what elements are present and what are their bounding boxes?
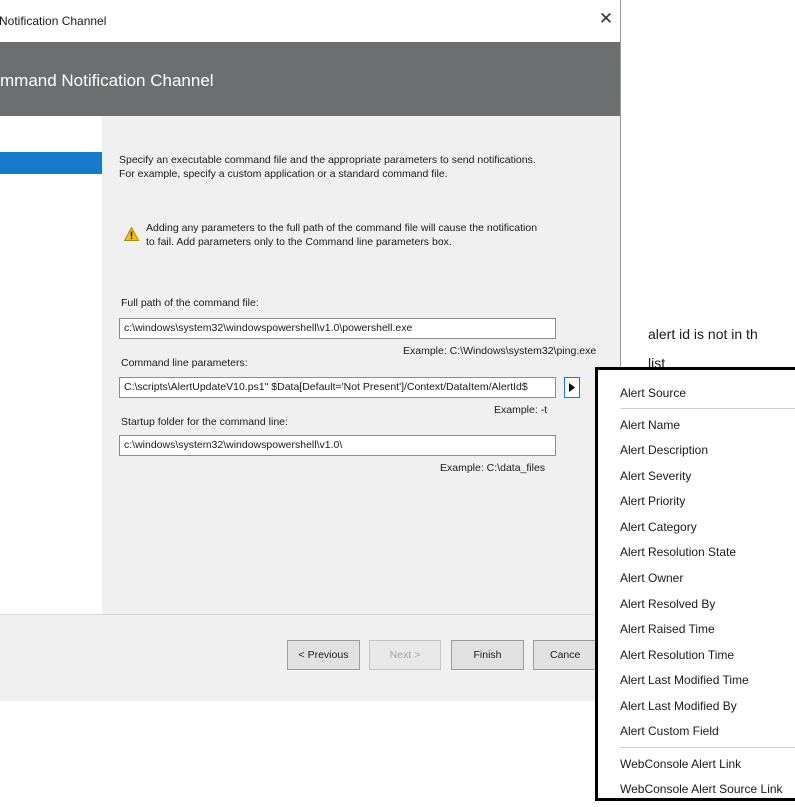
menu-item-webconsole-alert-source-link[interactable]: WebConsole Alert Source Link (620, 782, 783, 796)
menu-separator (620, 408, 795, 409)
menu-item-alert-resolution-state[interactable]: Alert Resolution State (620, 545, 736, 559)
annotation-note-line1: alert id is not in th (648, 326, 758, 342)
menu-item-alert-last-modified-by[interactable]: Alert Last Modified By (620, 699, 737, 713)
menu-item-alert-resolved-by[interactable]: Alert Resolved By (620, 597, 715, 611)
triangle-right-icon (569, 383, 575, 392)
command-params-example: Example: -t (494, 404, 548, 416)
finish-button[interactable]: Finish (451, 640, 524, 670)
wizard-step-selected[interactable] (0, 152, 102, 174)
menu-item-alert-source[interactable]: Alert Source (620, 386, 686, 400)
startup-folder-input[interactable]: c:\windows\system32\windowspowershell\v1… (119, 435, 556, 456)
menu-item-alert-category[interactable]: Alert Category (620, 520, 697, 534)
window-title: Notification Channel (0, 14, 107, 28)
menu-item-alert-severity[interactable]: Alert Severity (620, 469, 691, 483)
startup-folder-example: Example: C:\data_files (440, 462, 546, 474)
cancel-button[interactable]: Cance (533, 640, 603, 670)
startup-folder-label: Startup folder for the command line: (121, 416, 288, 428)
menu-item-webconsole-alert-link[interactable]: WebConsole Alert Link (620, 757, 741, 771)
header-band: mmand Notification Channel (0, 42, 620, 116)
menu-separator (620, 747, 795, 748)
warning-text-line1: Adding any parameters to the full path o… (146, 222, 538, 234)
next-button[interactable]: Next > (369, 640, 441, 670)
intro-text-line2: For example, specify a custom applicatio… (119, 168, 448, 180)
parameter-menu: Alert Source Alert Name Alert Descriptio… (595, 367, 795, 801)
dialog-footer: < Previous Next > Finish Cance (0, 614, 620, 701)
warning-text-line2: to fail. Add parameters only to the Comm… (146, 236, 452, 248)
command-file-input[interactable]: c:\windows\system32\windowspowershell\v1… (119, 318, 556, 339)
insert-parameter-button[interactable] (564, 377, 580, 398)
previous-button[interactable]: < Previous (287, 640, 360, 670)
wizard-steps-panel (0, 116, 102, 614)
menu-item-alert-custom-field[interactable]: Alert Custom Field (620, 724, 719, 738)
intro-text-line1: Specify an executable command file and t… (119, 154, 536, 166)
warning-icon (124, 227, 139, 241)
menu-item-alert-raised-time[interactable]: Alert Raised Time (620, 622, 715, 636)
menu-item-alert-last-modified-time[interactable]: Alert Last Modified Time (620, 673, 749, 687)
page-title: mmand Notification Channel (0, 71, 214, 90)
command-params-label: Command line parameters: (121, 357, 248, 369)
command-file-label: Full path of the command file: (121, 297, 259, 309)
notification-channel-dialog: Notification Channel ✕ mmand Notificatio… (0, 0, 621, 701)
command-file-example: Example: C:\Windows\system32\ping.exe (403, 345, 597, 357)
command-params-input[interactable]: C:\scripts\AlertUpdateV10.ps1" $Data[Def… (119, 377, 556, 398)
close-icon[interactable]: ✕ (596, 9, 616, 29)
menu-item-alert-priority[interactable]: Alert Priority (620, 494, 685, 508)
title-bar: Notification Channel ✕ (0, 0, 620, 42)
menu-item-alert-resolution-time[interactable]: Alert Resolution Time (620, 648, 734, 662)
menu-item-alert-description[interactable]: Alert Description (620, 443, 708, 457)
menu-item-alert-owner[interactable]: Alert Owner (620, 571, 683, 585)
menu-item-alert-name[interactable]: Alert Name (620, 418, 680, 432)
